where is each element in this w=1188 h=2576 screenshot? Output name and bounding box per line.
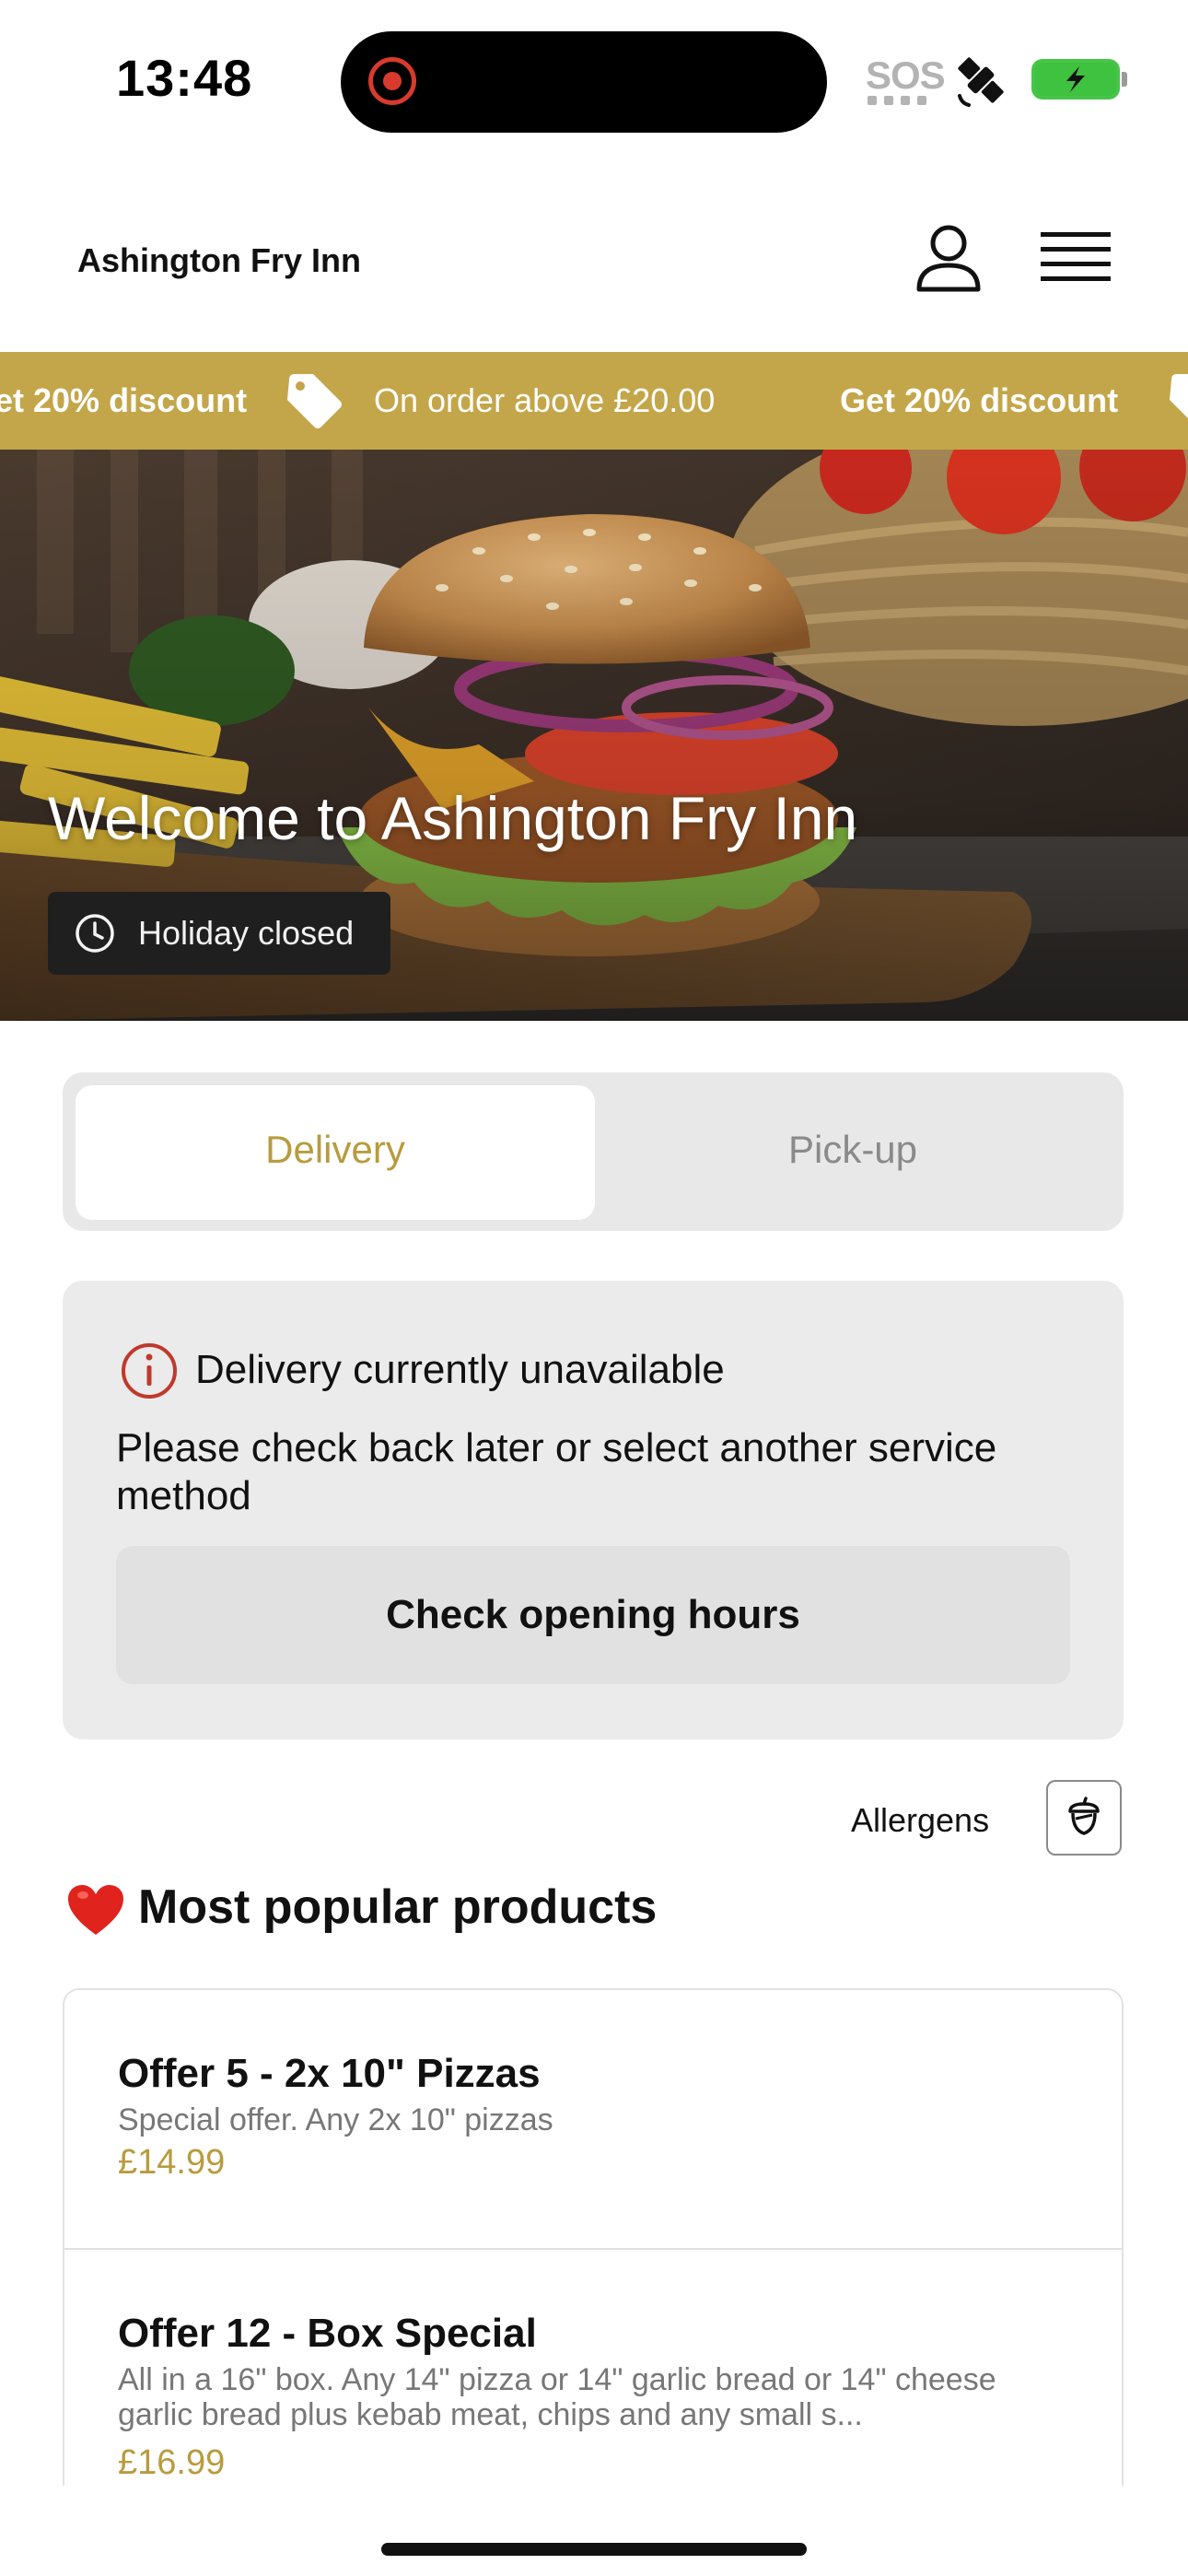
tab-pickup[interactable]: Pick-up <box>593 1128 1112 1172</box>
allergens-label[interactable]: Allergens <box>851 1801 989 1840</box>
status-time: 13:48 <box>116 49 253 107</box>
bottom-safe-area <box>0 2486 1188 2576</box>
tag-icon <box>287 374 342 428</box>
notice-body: Please check back later or select anothe… <box>116 1425 997 1518</box>
signal-dots-icon <box>868 96 926 105</box>
sos-indicator: SOS <box>866 53 946 97</box>
store-status-text: Holiday closed <box>138 914 355 952</box>
section-title: Most popular products <box>138 1880 658 1934</box>
info-icon <box>122 1343 177 1399</box>
battery-tip <box>1122 72 1127 87</box>
acorn-icon <box>1068 1797 1100 1835</box>
product-description: All in a 16" box. Any 14" pizza or 14" g… <box>118 2362 996 2432</box>
heart-icon <box>68 1885 123 1935</box>
tag-icon <box>1170 374 1188 418</box>
user-icon[interactable] <box>912 221 985 295</box>
brand-name[interactable]: Ashington Fry Inn <box>77 241 361 280</box>
product-price: £16.99 <box>118 2443 226 2482</box>
product-name: Offer 12 - Box Special <box>118 2311 537 2356</box>
ticker-item: et 20% discount <box>0 381 248 419</box>
home-indicator[interactable] <box>381 2543 807 2556</box>
clock-icon <box>76 914 114 953</box>
product-name: Offer 5 - 2x 10" Pizzas <box>118 2051 541 2096</box>
product-price: £14.99 <box>118 2143 226 2182</box>
hero-title: Welcome to Ashington Fry Inn <box>48 784 858 852</box>
allergens-button[interactable] <box>1046 1780 1122 1856</box>
satellite-icon <box>958 57 1004 107</box>
ticker-item: On order above £20.00 <box>374 381 716 419</box>
product-description: Special offer. Any 2x 10" pizzas <box>118 2102 553 2137</box>
tab-delivery-label[interactable]: Delivery <box>76 1128 595 1172</box>
record-icon <box>368 57 416 105</box>
check-opening-hours-button[interactable]: Check opening hours <box>116 1546 1070 1684</box>
battery-icon <box>1031 59 1120 100</box>
notice-title: Delivery currently unavailable <box>195 1347 725 1392</box>
menu-icon[interactable] <box>1037 227 1114 291</box>
ticker-item: Get 20% discount <box>840 381 1119 419</box>
